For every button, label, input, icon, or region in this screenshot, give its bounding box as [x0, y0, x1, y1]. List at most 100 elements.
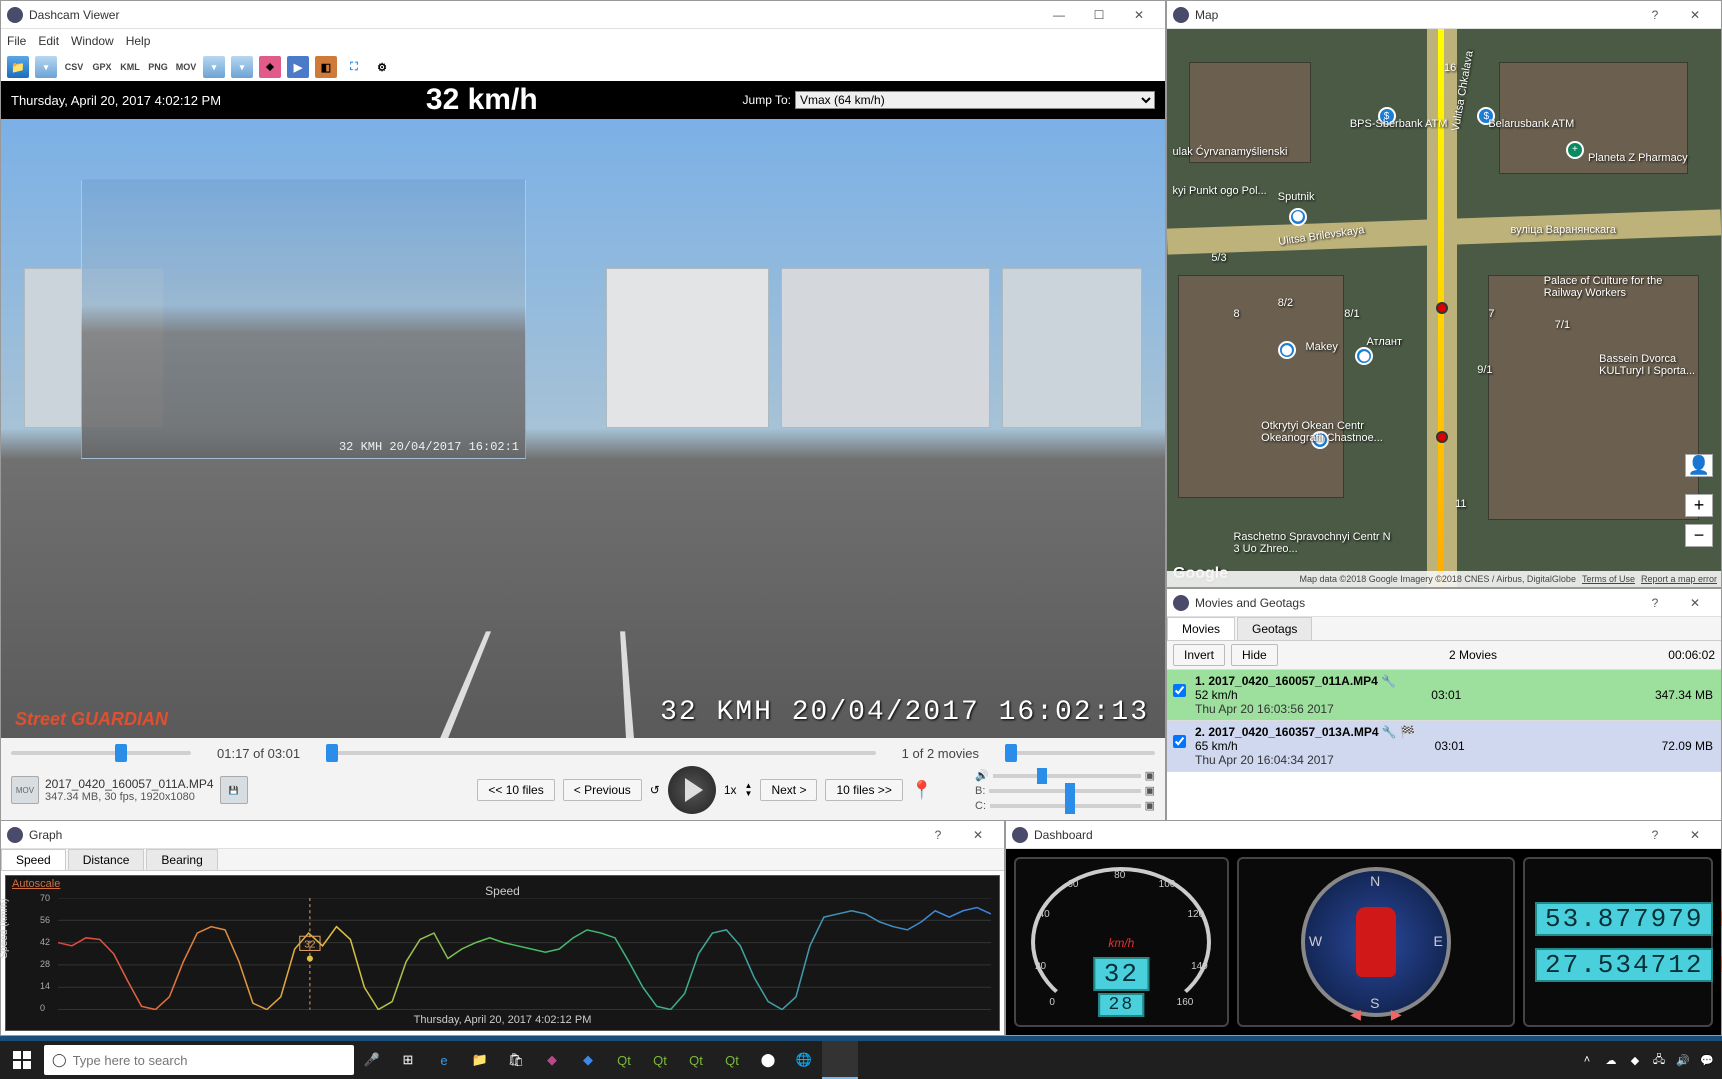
autoscale-link[interactable]: Autoscale [12, 878, 60, 890]
movie-checkbox[interactable] [1173, 735, 1186, 748]
fullscreen-icon[interactable]: ⛶ [343, 56, 365, 78]
store-icon[interactable]: 🛍 [498, 1041, 534, 1079]
close-button[interactable]: ✕ [1675, 823, 1715, 847]
export-kml[interactable]: KML [119, 56, 141, 78]
forward-10-button[interactable]: 10 files >> [825, 779, 902, 801]
tag-3-icon[interactable]: ▾ [231, 56, 253, 78]
back-10-button[interactable]: << 10 files [477, 779, 554, 801]
app-2-icon[interactable]: ◆ [570, 1041, 606, 1079]
tray-app-icon[interactable]: ◆ [1626, 1051, 1644, 1069]
open-folder-icon[interactable]: 📁 [7, 56, 29, 78]
dash-titlebar[interactable]: Dashboard ? ✕ [1006, 821, 1721, 849]
tab-bearing[interactable]: Bearing [146, 849, 217, 870]
zoom-out-button[interactable]: − [1685, 524, 1713, 547]
mute-icon[interactable]: ▣ [1145, 769, 1155, 782]
explorer-icon[interactable]: 📁 [462, 1041, 498, 1079]
volume-icon[interactable]: 🔊 [975, 769, 989, 782]
movie-checkbox[interactable] [1173, 684, 1186, 697]
tag-1-icon[interactable]: ▾ [35, 56, 57, 78]
close-button[interactable]: ✕ [1119, 3, 1159, 27]
help-button[interactable]: ? [918, 823, 958, 847]
map-canvas[interactable]: $ $ + ⬤ ⬤ ⬤ ⬤ BPS-Sberbank ATM Belarusba… [1167, 29, 1721, 587]
geotag-pin-icon[interactable]: 📍 [911, 780, 933, 801]
movie-row[interactable]: 1. 2017_0420_160057_011A.MP4 🔧 52 km/h03… [1167, 670, 1721, 721]
volume-slider[interactable] [993, 774, 1141, 778]
tray-volume-icon[interactable]: 🔊 [1674, 1051, 1692, 1069]
export-gpx[interactable]: GPX [91, 56, 113, 78]
export-mov[interactable]: MOV [175, 56, 197, 78]
export-png[interactable]: PNG [147, 56, 169, 78]
menu-file[interactable]: File [7, 34, 26, 48]
play-button[interactable] [668, 766, 716, 814]
menu-edit[interactable]: Edit [38, 34, 59, 48]
close-button[interactable]: ✕ [1675, 591, 1715, 615]
reload-icon[interactable]: ↺ [650, 783, 660, 797]
help-button[interactable]: ? [1635, 591, 1675, 615]
invert-button[interactable]: Invert [1173, 644, 1225, 666]
reset-b-icon[interactable]: ▣ [1145, 784, 1155, 797]
next-button[interactable]: Next > [760, 779, 817, 801]
tray-onedrive-icon[interactable]: ☁ [1602, 1051, 1620, 1069]
tray-notifications-icon[interactable]: 💬 [1698, 1051, 1716, 1069]
minimize-button[interactable]: — [1039, 3, 1079, 27]
map-titlebar[interactable]: Map ? ✕ [1167, 1, 1721, 29]
start-button[interactable] [0, 1041, 44, 1079]
graph-titlebar[interactable]: Graph ? ✕ [1, 821, 1004, 849]
gear-icon[interactable]: ⚙ [371, 56, 393, 78]
next-arrow-icon[interactable]: ▶ [1391, 1006, 1402, 1023]
report-link[interactable]: Report a map error [1641, 574, 1717, 584]
search-input[interactable] [73, 1053, 346, 1068]
app-1-icon[interactable]: ◆ [534, 1041, 570, 1079]
save-file-icon[interactable]: 💾 [220, 776, 248, 804]
video-tool-icon[interactable]: ▶ [287, 56, 309, 78]
map-pin[interactable]: + [1566, 141, 1584, 159]
pip-video[interactable]: 32 KMH 20/04/2017 16:02:1 [81, 179, 526, 459]
task-view-icon[interactable]: ⊞ [390, 1041, 426, 1079]
video-viewport[interactable]: 32 KMH 20/04/2017 16:02:1 32 KMH 20/04/2… [1, 119, 1165, 738]
pegman-icon[interactable]: 👤 [1685, 454, 1713, 477]
menu-window[interactable]: Window [71, 34, 114, 48]
reset-c-icon[interactable]: ▣ [1145, 799, 1155, 812]
app-5-icon[interactable]: Qt [678, 1041, 714, 1079]
pink-tool-icon[interactable]: ⬥ [259, 56, 281, 78]
mic-icon[interactable]: 🎤 [354, 1041, 390, 1079]
orange-tool-icon[interactable]: ◧ [315, 56, 337, 78]
terms-link[interactable]: Terms of Use [1582, 574, 1635, 584]
zoom-in-button[interactable]: + [1685, 494, 1713, 517]
tab-distance[interactable]: Distance [68, 849, 145, 870]
trim-slider[interactable] [11, 744, 191, 762]
viewer-titlebar[interactable]: Dashcam Viewer — ☐ ✕ [1, 1, 1165, 29]
clips-slider[interactable] [1005, 744, 1155, 762]
tab-speed[interactable]: Speed [1, 849, 66, 870]
graph-canvas[interactable]: Autoscale Speed Speed (km/h) 32 Thursday… [5, 875, 1000, 1031]
seek-slider[interactable] [326, 744, 876, 762]
tab-geotags[interactable]: Geotags [1237, 617, 1312, 640]
edge-icon[interactable]: e [426, 1041, 462, 1079]
app-7-icon[interactable]: ⬤ [750, 1041, 786, 1079]
export-csv[interactable]: CSV [63, 56, 85, 78]
movie-row[interactable]: 2. 2017_0420_160357_013A.MP4 🔧 🏁 65 km/h… [1167, 721, 1721, 772]
brightness-slider[interactable] [989, 789, 1140, 793]
help-button[interactable]: ? [1635, 823, 1675, 847]
maximize-button[interactable]: ☐ [1079, 3, 1119, 27]
help-button[interactable]: ? [1635, 3, 1675, 27]
hide-button[interactable]: Hide [1231, 644, 1278, 666]
previous-button[interactable]: < Previous [563, 779, 642, 801]
tray-chevron-icon[interactable]: ˄ [1578, 1051, 1596, 1069]
map-pin[interactable]: ⬤ [1289, 208, 1307, 226]
app-3-icon[interactable]: Qt [606, 1041, 642, 1079]
prev-arrow-icon[interactable]: ◀ [1350, 1006, 1361, 1023]
tag-2-icon[interactable]: ▾ [203, 56, 225, 78]
jump-select[interactable]: Vmax (64 km/h) [795, 91, 1155, 109]
map-pin[interactable]: ⬤ [1355, 347, 1373, 365]
contrast-slider[interactable] [990, 804, 1141, 808]
close-button[interactable]: ✕ [1675, 3, 1715, 27]
search-box[interactable]: ◯ [44, 1045, 354, 1075]
app-4-icon[interactable]: Qt [642, 1041, 678, 1079]
dashcam-taskbar-icon[interactable] [822, 1041, 858, 1079]
close-button[interactable]: ✕ [958, 823, 998, 847]
movies-titlebar[interactable]: Movies and Geotags ? ✕ [1167, 589, 1721, 617]
rate-stepper[interactable]: ▲▼ [745, 782, 753, 798]
menu-help[interactable]: Help [126, 34, 151, 48]
chrome-icon[interactable]: 🌐 [786, 1041, 822, 1079]
